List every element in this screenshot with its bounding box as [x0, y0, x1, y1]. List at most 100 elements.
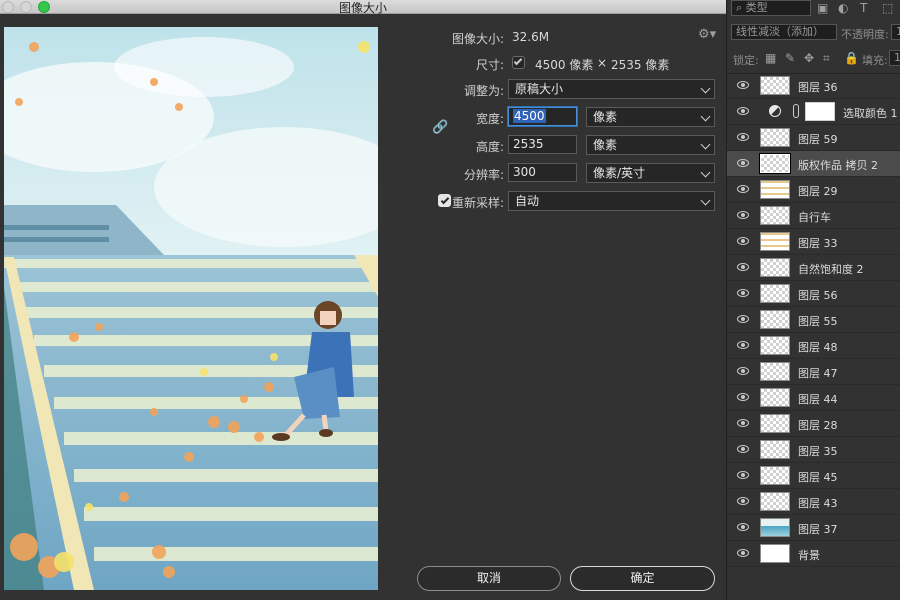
- search-icon: ⌕: [736, 1, 746, 14]
- layer-mask-thumbnail[interactable]: [805, 102, 835, 121]
- visibility-eye-icon[interactable]: [737, 471, 749, 479]
- visibility-eye-icon[interactable]: [737, 81, 749, 89]
- layer-thumbnail: [760, 258, 790, 277]
- adjustment-filter-icon[interactable]: ◐: [838, 2, 848, 14]
- dimensions-unit-toggle[interactable]: [512, 56, 525, 69]
- resample-checkbox[interactable]: [438, 194, 451, 207]
- visibility-eye-icon[interactable]: [737, 549, 749, 557]
- layer-name: 图层 43: [798, 497, 838, 510]
- lock-all-icon[interactable]: 🔒: [844, 52, 859, 64]
- lock-artboard-icon[interactable]: ⌗: [823, 52, 830, 64]
- image-filter-icon[interactable]: ▣: [817, 2, 828, 14]
- layer-filter-select[interactable]: ⌕ 类型: [731, 0, 811, 16]
- layer-row[interactable]: 自然饱和度 2: [727, 255, 900, 281]
- checkmark-icon: [440, 195, 450, 205]
- cancel-button[interactable]: 取消: [417, 566, 561, 591]
- resolution-label: 分辨率:: [463, 168, 504, 182]
- height-label: 高度:: [475, 140, 504, 154]
- layer-thumbnail: [760, 414, 790, 433]
- image-size-value: 32.6M: [512, 30, 550, 44]
- layer-row[interactable]: 版权作品 拷贝 2: [727, 151, 900, 177]
- fit-to-select[interactable]: 原稿大小: [508, 79, 715, 99]
- visibility-eye-icon[interactable]: [737, 367, 749, 375]
- visibility-eye-icon[interactable]: [737, 523, 749, 531]
- type-filter-icon[interactable]: T: [860, 2, 867, 14]
- layer-thumbnail: [760, 206, 790, 225]
- layer-name: 图层 44: [798, 393, 838, 406]
- visibility-eye-icon[interactable]: [737, 445, 749, 453]
- layer-row[interactable]: 图层 44: [727, 385, 900, 411]
- resample-value: 自动: [515, 194, 540, 208]
- visibility-eye-icon[interactable]: [737, 315, 749, 323]
- visibility-eye-icon[interactable]: [737, 393, 749, 401]
- resample-select[interactable]: 自动: [508, 191, 715, 211]
- layer-row[interactable]: 图层 33: [727, 229, 900, 255]
- layer-row[interactable]: 背景: [727, 541, 900, 567]
- width-input-value: 4500: [513, 109, 546, 123]
- layer-row[interactable]: 图层 47: [727, 359, 900, 385]
- adjustment-layer-icon: [769, 105, 781, 117]
- resolution-unit-select[interactable]: 像素/英寸: [586, 163, 715, 183]
- lock-position-icon[interactable]: ✥: [804, 52, 814, 64]
- layer-row[interactable]: 图层 56: [727, 281, 900, 307]
- height-input[interactable]: 2535: [508, 135, 577, 154]
- width-unit-select[interactable]: 像素: [586, 107, 715, 127]
- layer-row[interactable]: 图层 36: [727, 73, 900, 99]
- layer-row[interactable]: 图层 48: [727, 333, 900, 359]
- fill-input[interactable]: 1: [889, 50, 900, 66]
- layer-thumbnail: [760, 492, 790, 511]
- layer-thumbnail: [760, 518, 790, 537]
- chevron-down-icon: [700, 167, 711, 178]
- blend-mode-select[interactable]: 线性减淡（添加）: [731, 24, 837, 40]
- layers-toolbar: ⌕ 类型 ▣ ◐ T ⬚ 线性减淡（添加） 不透明度: 1 锁定: ▦ ✎ ✥ …: [727, 0, 900, 74]
- fill-label: 填充:: [862, 54, 888, 67]
- visibility-eye-icon[interactable]: [737, 211, 749, 219]
- visibility-eye-icon[interactable]: [737, 159, 749, 167]
- layer-row[interactable]: 图层 55: [727, 307, 900, 333]
- layer-row[interactable]: 图层 43: [727, 489, 900, 515]
- layer-thumbnail: [760, 180, 790, 199]
- layer-row[interactable]: 图层 37: [727, 515, 900, 541]
- layer-row[interactable]: 图层 29: [727, 177, 900, 203]
- lock-paint-icon[interactable]: ✎: [785, 52, 795, 64]
- constrain-link-icon[interactable]: 🔗: [432, 121, 448, 134]
- mask-link-icon[interactable]: [793, 104, 799, 118]
- image-preview[interactable]: [4, 27, 378, 590]
- chevron-down-icon: [700, 139, 711, 150]
- visibility-eye-icon[interactable]: [737, 185, 749, 193]
- layer-row[interactable]: 选取颜色 1: [727, 99, 900, 125]
- visibility-eye-icon[interactable]: [737, 237, 749, 245]
- title-bar: 图像大小: [0, 0, 726, 15]
- visibility-eye-icon[interactable]: [737, 107, 749, 115]
- layer-row[interactable]: 图层 45: [727, 463, 900, 489]
- shape-filter-icon[interactable]: ⬚: [882, 2, 893, 14]
- gear-icon[interactable]: ⚙▾: [698, 28, 716, 41]
- visibility-eye-icon[interactable]: [737, 497, 749, 505]
- resolution-input[interactable]: 300: [508, 163, 577, 182]
- layer-row[interactable]: 图层 28: [727, 411, 900, 437]
- layer-name: 图层 33: [798, 237, 838, 250]
- layer-row[interactable]: 图层 59: [727, 125, 900, 151]
- preview-illustration: [4, 27, 378, 590]
- layer-thumbnail: [760, 466, 790, 485]
- visibility-eye-icon[interactable]: [737, 263, 749, 271]
- height-unit-select[interactable]: 像素: [586, 135, 715, 155]
- visibility-eye-icon[interactable]: [737, 341, 749, 349]
- layer-row[interactable]: 图层 35: [727, 437, 900, 463]
- layers-panel: ⌕ 类型 ▣ ◐ T ⬚ 线性减淡（添加） 不透明度: 1 锁定: ▦ ✎ ✥ …: [726, 0, 900, 600]
- layer-row[interactable]: 自行车: [727, 203, 900, 229]
- visibility-eye-icon[interactable]: [737, 133, 749, 141]
- layer-name: 版权作品 拷贝 2: [798, 159, 878, 172]
- visibility-eye-icon[interactable]: [737, 419, 749, 427]
- layer-name: 图层 56: [798, 289, 838, 302]
- layer-name: 图层 28: [798, 419, 838, 432]
- height-unit-value: 像素: [593, 138, 618, 152]
- chevron-down-icon: [700, 83, 711, 94]
- width-input[interactable]: 4500: [508, 107, 577, 126]
- ok-button[interactable]: 确定: [570, 566, 715, 591]
- opacity-input[interactable]: 1: [891, 24, 900, 40]
- visibility-eye-icon[interactable]: [737, 289, 749, 297]
- layer-thumbnail: [760, 440, 790, 459]
- layer-thumbnail: [759, 153, 791, 174]
- lock-pixels-icon[interactable]: ▦: [765, 52, 776, 64]
